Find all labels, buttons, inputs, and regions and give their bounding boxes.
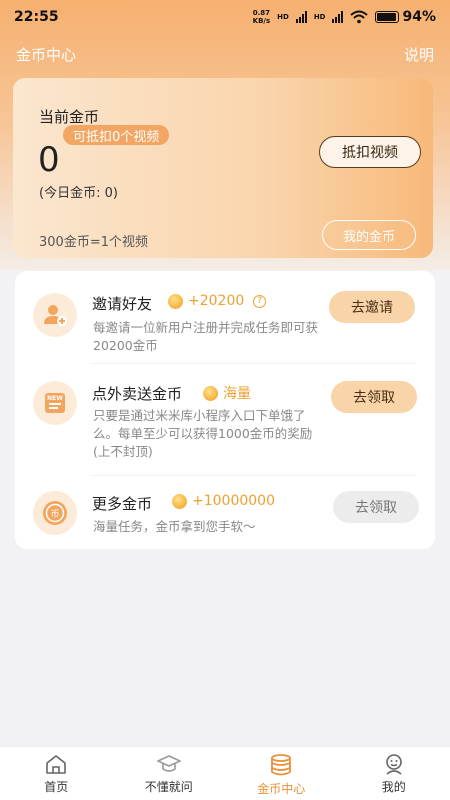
tab-home[interactable]: 首页 — [0, 747, 113, 800]
task-reward: +10000000 — [172, 493, 275, 509]
task-title: 点外卖送金币 — [92, 385, 183, 403]
home-icon — [46, 755, 67, 774]
task-food-delivery: NEW 点外卖送金币 海量 只要是通过米米库小程序入口下单饿了么。每单至少可以获… — [15, 363, 435, 475]
bottom-tab-bar: 首页 不懂就问 金币中心 我的 — [0, 746, 450, 800]
hd-badge: HD — [313, 13, 326, 21]
tab-ask[interactable]: 不懂就问 — [113, 747, 226, 800]
profile-icon — [385, 754, 402, 775]
today-coins: (今日金币: 0) — [39, 186, 118, 201]
task-title: 更多金币 — [92, 495, 153, 513]
battery-percent: 94% — [402, 9, 436, 25]
task-reward: 海量 — [203, 383, 251, 403]
tab-label: 我的 — [381, 780, 406, 794]
help-icon[interactable]: ? — [253, 294, 267, 308]
task-description: 只要是通过米米库小程序入口下单饿了么。每单至少可以获得1000金币的奖励(上不封… — [93, 408, 313, 459]
task-invite-friends: 邀请好友 +20200 ? 每邀请一位新用户注册并完成任务即可获20200金币 … — [15, 271, 435, 363]
task-more-coins: 币 更多金币 +10000000 海量任务，金币拿到您手软～ 去领取 — [15, 475, 435, 549]
hd-badge: HD — [277, 13, 289, 21]
page-header: 金币中心 说明 — [0, 36, 450, 72]
coin-balance: 0 — [38, 140, 60, 180]
task-description: 每邀请一位新用户注册并完成任务即可获20200金币 — [93, 320, 319, 353]
redeem-video-button[interactable]: 抵扣视频 — [319, 136, 421, 168]
signal-icon — [295, 11, 307, 23]
task-description: 海量任务，金币拿到您手软～ — [93, 519, 256, 534]
task-title: 邀请好友 — [92, 295, 153, 313]
coin-icon — [172, 493, 187, 509]
help-link[interactable]: 说明 — [404, 44, 434, 65]
battery-indicator: 94% — [375, 9, 436, 25]
graduation-cap-icon — [156, 755, 181, 772]
current-coins-label: 当前金币 — [39, 108, 100, 126]
battery-icon — [375, 11, 400, 23]
coin-icon — [203, 385, 218, 401]
claim-button[interactable]: 去领取 — [331, 381, 417, 413]
task-list: 邀请好友 +20200 ? 每邀请一位新用户注册并完成任务即可获20200金币 … — [15, 271, 435, 549]
tab-label: 首页 — [44, 780, 69, 794]
svg-text:NEW: NEW — [47, 395, 63, 402]
svg-text:币: 币 — [50, 509, 59, 520]
new-badge-icon: NEW — [33, 381, 77, 425]
exchange-rate: 300金币=1个视频 — [39, 235, 148, 250]
invite-user-icon — [33, 293, 77, 337]
coin-icon: 币 — [33, 491, 77, 535]
wifi-icon — [350, 10, 369, 24]
coin-balance-card: 当前金币 可抵扣0个视频 0 (今日金币: 0) 抵扣视频 300金币=1个视频… — [13, 78, 433, 258]
task-reward: +20200 ? — [168, 293, 267, 309]
page-title: 金币中心 — [16, 45, 77, 64]
tab-mine[interactable]: 我的 — [338, 747, 450, 800]
my-coins-button[interactable]: 我的金币 — [322, 220, 416, 250]
invite-button[interactable]: 去邀请 — [329, 291, 415, 323]
status-bar: 22:55 0.87 KB/s HD HD 94% — [0, 0, 450, 34]
tab-label: 不懂就问 — [144, 780, 193, 794]
tab-label: 金币中心 — [257, 782, 306, 796]
status-indicators: 0.87 KB/s HD HD 94% — [253, 9, 436, 25]
coin-icon — [168, 293, 183, 309]
claim-button[interactable]: 去领取 — [333, 491, 419, 523]
coin-stack-icon — [271, 754, 292, 776]
tab-coin-center[interactable]: 金币中心 — [225, 747, 338, 800]
network-speed: 0.87 KB/s — [252, 9, 271, 25]
signal-icon — [332, 11, 344, 23]
redeemable-videos-badge: 可抵扣0个视频 — [63, 125, 170, 145]
status-time: 22:55 — [14, 9, 59, 25]
